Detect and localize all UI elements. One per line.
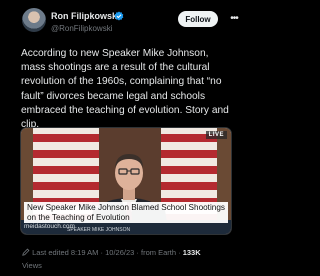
meta-separator: · [136,248,139,257]
tweet-date[interactable]: 10/26/23 [105,248,134,257]
video-chyron: SPEAKER MIKE JOHNSON [67,227,131,233]
tweet-source: from Earth [141,248,177,257]
author-name[interactable]: Ron Filipkowski [51,11,120,21]
author-handle[interactable]: @RonFilipkowski [51,24,112,33]
edited-label[interactable]: Last edited [32,248,69,257]
views-count: 133K [182,248,201,257]
live-badge: LIVE [205,131,227,139]
more-dots-icon[interactable]: ••• [228,11,240,27]
meta-separator: · [178,248,181,257]
edit-pencil-icon [22,248,30,256]
tweet-header: Ron Filipkowski @RonFilipkowski Follow •… [0,0,250,40]
tweet-meta: Last edited 8:19 AM · 10/26/23 · from Ea… [22,248,242,257]
link-card[interactable]: LIVE New Speaker Mike Johnson Blamed Sch… [20,127,232,235]
avatar[interactable] [22,8,46,32]
link-card-headline[interactable]: New Speaker Mike Johnson Blamed School S… [24,202,228,224]
tweet-text: According to new Speaker Mike Johnson, m… [21,48,229,131]
verified-badge-icon [114,11,124,21]
tweet-time[interactable]: 8:19 AM [71,248,99,257]
follow-button[interactable]: Follow [178,11,218,27]
views-label: Views [22,261,42,270]
meta-separator: · [100,248,104,257]
